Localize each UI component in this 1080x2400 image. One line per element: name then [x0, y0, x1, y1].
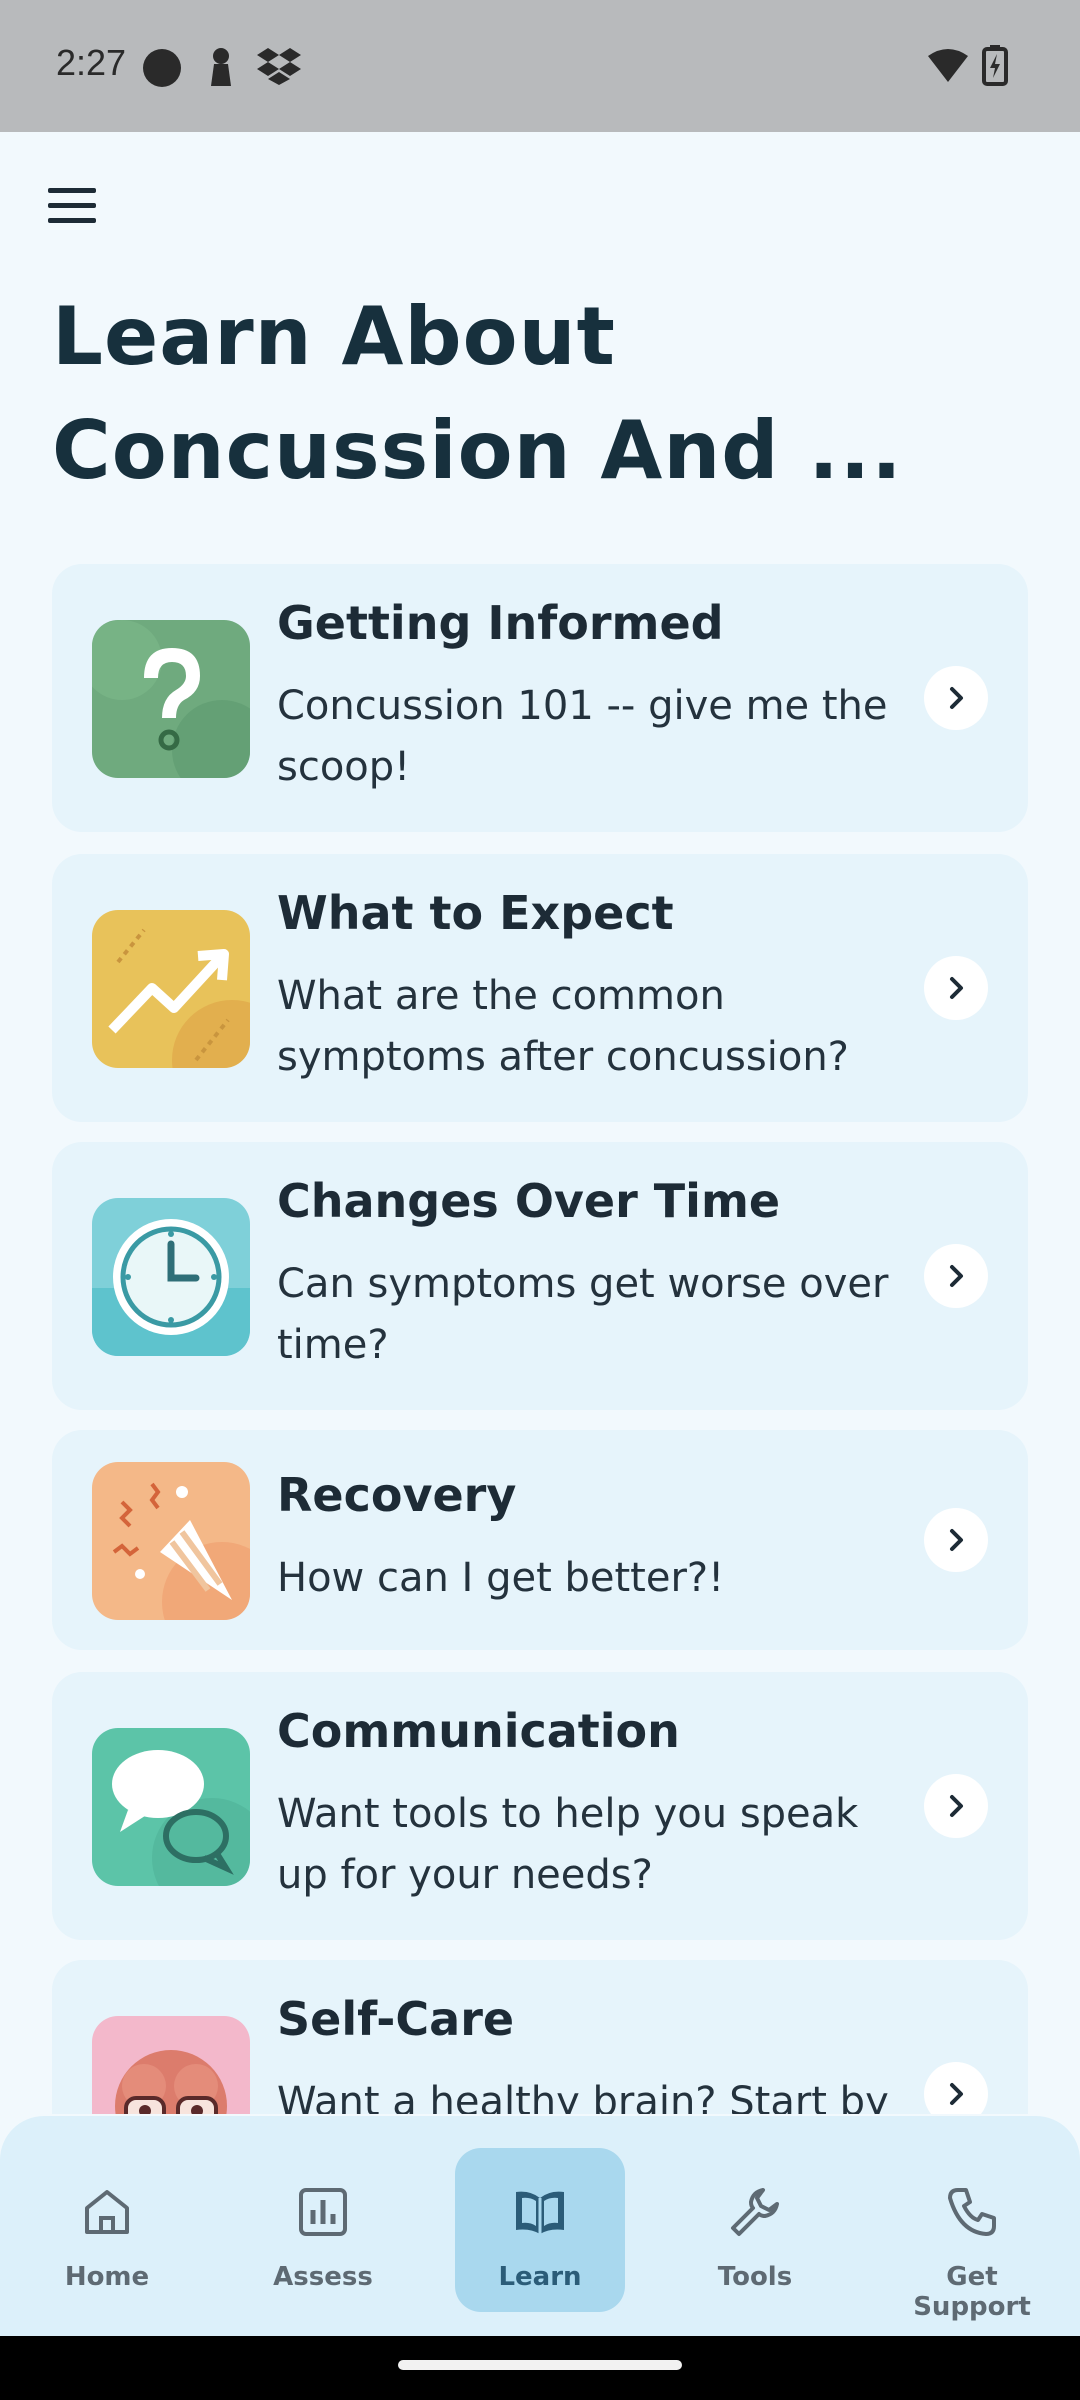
bar-chart-icon — [299, 2188, 347, 2236]
nav-learn[interactable]: Learn — [455, 2148, 625, 2312]
menu-button[interactable] — [46, 186, 102, 226]
book-icon — [516, 2191, 564, 2234]
chess-pawn-icon — [211, 48, 231, 86]
nav-label: Learn — [498, 2262, 582, 2292]
topic-list: Getting Informed Concussion 101 -- give … — [52, 564, 1028, 2114]
home-gesture-handle[interactable] — [398, 2360, 682, 2370]
topic-title: Changes Over Time — [277, 1174, 781, 1228]
topic-description: What are the common symptoms after concu… — [277, 973, 849, 1080]
question-mark-icon — [92, 620, 250, 778]
nav-label: Assess — [273, 2262, 373, 2292]
bottom-nav: Home Assess Learn Tools Get Support — [0, 2116, 1080, 2336]
topic-card-changes-over-time[interactable]: Changes Over Time Can symptoms get worse… — [52, 1142, 1028, 1410]
topic-description: Want a healthy brain? Start by — [277, 2079, 889, 2114]
wrench-icon — [731, 2188, 779, 2236]
topic-title: Getting Informed — [277, 596, 724, 650]
nav-label: Get Support — [913, 2262, 1031, 2322]
trend-arrow-icon — [92, 910, 250, 1068]
nav-tools[interactable]: Tools — [670, 2148, 840, 2312]
page-title: Learn About Concussion And ... — [52, 290, 903, 497]
status-time: 2:27 — [56, 42, 127, 83]
nav-label: Tools — [717, 2262, 793, 2292]
chevron-right-icon[interactable] — [924, 2062, 988, 2114]
topic-card-communication[interactable]: Communication Want tools to help you spe… — [52, 1672, 1028, 1940]
party-popper-icon — [92, 1462, 250, 1620]
chat-bubbles-icon — [92, 1728, 250, 1886]
chevron-right-icon[interactable] — [924, 1774, 988, 1838]
nav-get-support[interactable]: Get Support — [887, 2148, 1057, 2322]
topic-description: Concussion 101 -- give me the scoop! — [277, 683, 888, 790]
topic-card-getting-informed[interactable]: Getting Informed Concussion 101 -- give … — [52, 564, 1028, 832]
topic-description: How can I get better?! — [277, 1555, 725, 1601]
status-bar: 2:27 — [0, 0, 1080, 132]
topic-card-recovery[interactable]: Recovery How can I get better?! — [52, 1430, 1028, 1650]
wifi-icon — [928, 49, 968, 82]
phone-icon — [948, 2188, 996, 2236]
nav-assess[interactable]: Assess — [238, 2148, 408, 2312]
brain-icon — [92, 2016, 250, 2114]
topic-description: Want tools to help you speak up for your… — [277, 1791, 859, 1898]
topic-description: Can symptoms get worse over time? — [277, 1261, 889, 1368]
chevron-right-icon[interactable] — [924, 1508, 988, 1572]
battery-icon — [982, 45, 1008, 86]
home-icon — [85, 2190, 129, 2234]
notification-dot-icon — [143, 49, 181, 87]
nav-label: Home — [64, 2262, 150, 2292]
topic-title: Communication — [277, 1704, 680, 1758]
topic-card-self-care[interactable]: Self-Care Want a healthy brain? Start by — [52, 1960, 1028, 2114]
topic-title: What to Expect — [277, 886, 674, 940]
clock-icon — [92, 1198, 250, 1356]
topic-title: Recovery — [277, 1468, 517, 1522]
topic-title: Self-Care — [277, 1992, 515, 2046]
nav-home[interactable]: Home — [22, 2148, 192, 2312]
chevron-right-icon[interactable] — [924, 1244, 988, 1308]
chevron-right-icon[interactable] — [924, 956, 988, 1020]
topic-card-what-to-expect[interactable]: What to Expect What are the common sympt… — [52, 854, 1028, 1122]
dropbox-icon — [257, 48, 301, 85]
chevron-right-icon[interactable] — [924, 666, 988, 730]
system-gesture-bar — [0, 2336, 1080, 2400]
